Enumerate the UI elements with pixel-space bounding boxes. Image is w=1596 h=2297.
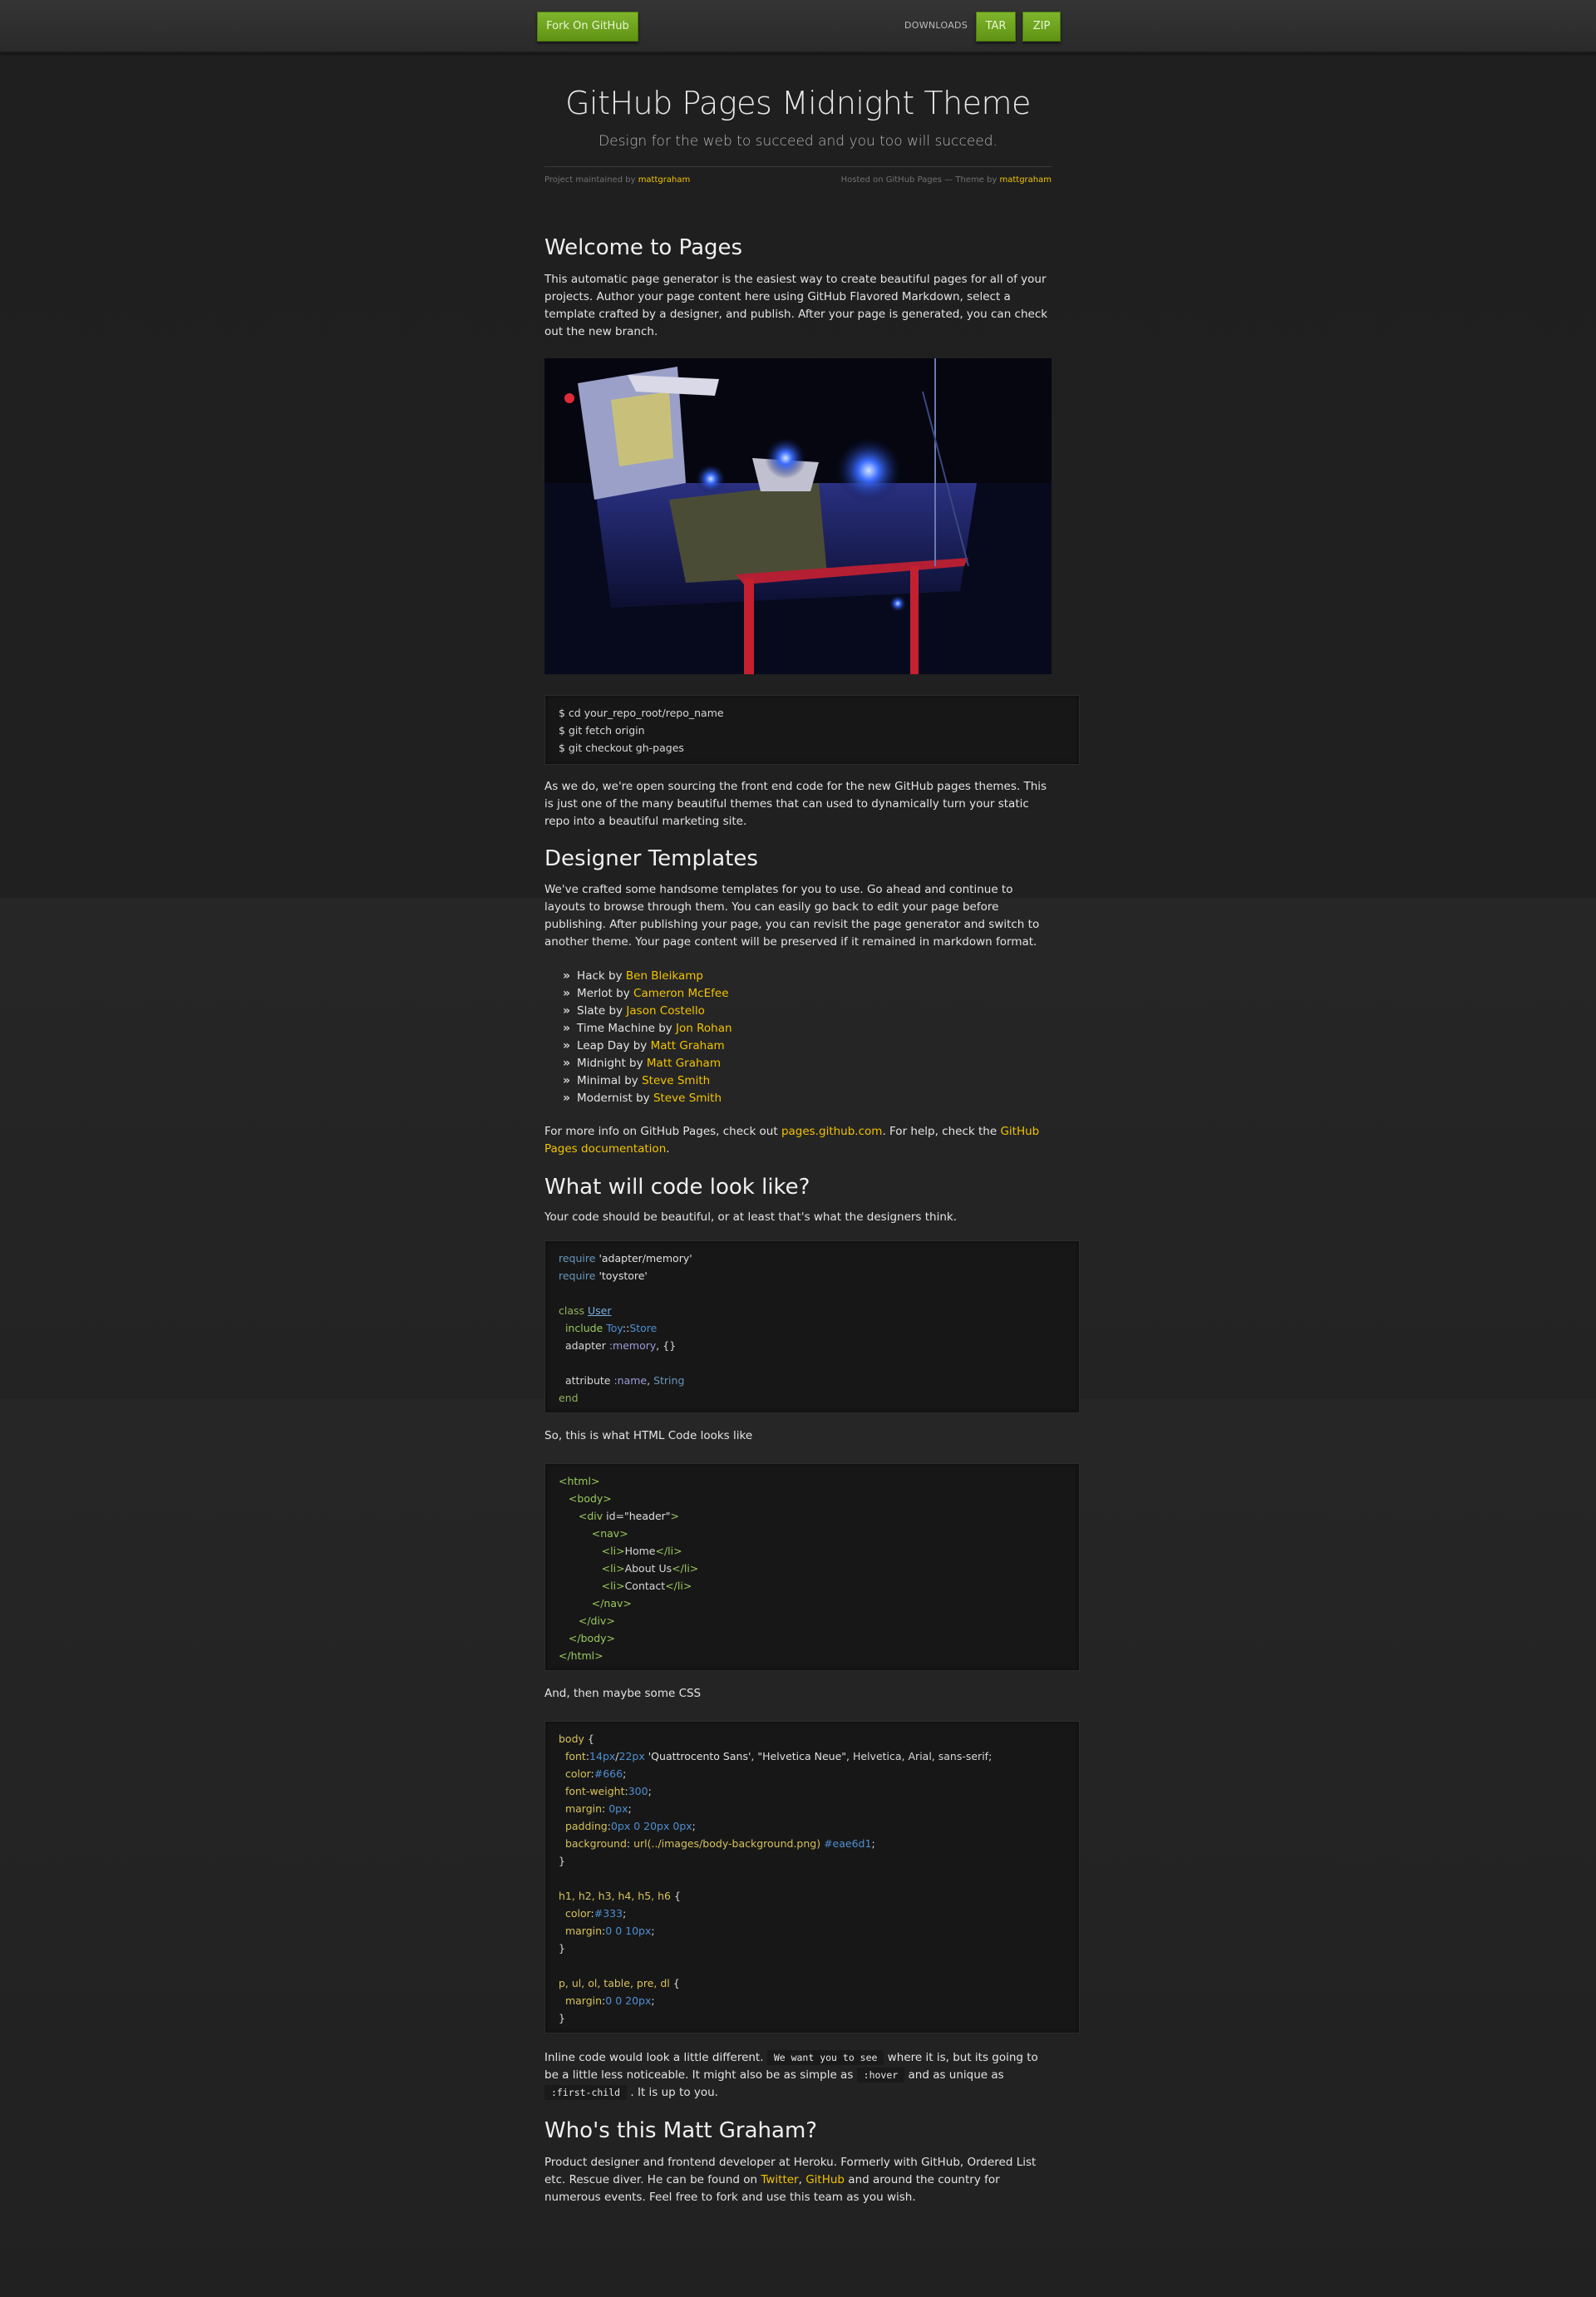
- by-word: by: [636, 1092, 650, 1105]
- designer-heading: Designer Templates: [544, 846, 758, 871]
- by-word: by: [616, 987, 630, 1000]
- git-line-1: $ cd your_repo_root/repo_name: [559, 707, 724, 719]
- twitter-link[interactable]: Twitter: [761, 2173, 798, 2186]
- css-intro-text: And, then maybe some CSS: [544, 1687, 702, 1700]
- about-separator: ,: [798, 2173, 802, 2186]
- css-code-block: body { font:14px/22px 'Quattrocento Sans…: [544, 1721, 1080, 2033]
- theme-author-link[interactable]: Ben Bleikamp: [626, 969, 703, 983]
- theme-name: Slate: [577, 1004, 606, 1018]
- theme-author-link[interactable]: Steve Smith: [642, 1074, 710, 1087]
- theme-author-link[interactable]: mattgraham: [999, 175, 1052, 185]
- by-word: by: [658, 1022, 672, 1035]
- credits-bar: Project maintained by mattgraham Hosted …: [544, 166, 1052, 189]
- download-tar-button[interactable]: TAR: [976, 12, 1016, 42]
- by-word: by: [608, 969, 623, 983]
- by-word: by: [608, 1004, 623, 1018]
- page-subtitle: Design for the web to succeed and you to…: [598, 133, 998, 150]
- list-item: Minimal by Steve Smith: [563, 1072, 1070, 1090]
- github-link[interactable]: GitHub: [805, 2173, 845, 2186]
- inline-code-first-child: :first-child: [544, 2085, 628, 2100]
- theme-name: Leap Day: [577, 1039, 630, 1052]
- html-intro-text: So, this is what HTML Code looks like: [544, 1429, 753, 1442]
- theme-name: Merlot: [577, 987, 613, 1000]
- theme-name: Minimal: [577, 1074, 621, 1087]
- maintained-by: Project maintained by mattgraham: [544, 175, 690, 185]
- list-item: Hack by Ben Bleikamp: [563, 968, 1070, 985]
- more-info-text: For more info on GitHub Pages, check out…: [544, 1123, 1052, 1158]
- hosted-on: Hosted on GitHub Pages — Theme by mattgr…: [841, 175, 1052, 185]
- list-item: Leap Day by Matt Graham: [563, 1038, 1070, 1055]
- hosted-text: Hosted on GitHub Pages — Theme by: [840, 175, 998, 185]
- theme-author-link[interactable]: Jon Rohan: [676, 1022, 732, 1035]
- list-item: Slate by Jason Costello: [563, 1003, 1070, 1020]
- inline-code-text: Inline code would look a little differen…: [544, 2049, 1052, 2102]
- welcome-heading: Welcome to Pages: [544, 235, 743, 260]
- list-item: Modernist by Steve Smith: [563, 1090, 1070, 1107]
- welcome-text: This automatic page generator is the eas…: [544, 273, 1048, 338]
- by-word: by: [629, 1057, 643, 1070]
- list-item: Midnight by Matt Graham: [563, 1055, 1070, 1072]
- theme-list: Hack by Ben Bleikamp Merlot by Cameron M…: [544, 968, 1070, 1107]
- theme-author-link[interactable]: Matt Graham: [651, 1039, 725, 1052]
- git-commands-code: $ cd your_repo_root/repo_name $ git fetc…: [544, 695, 1080, 765]
- inline-code-hover: :hover: [856, 2068, 905, 2083]
- theme-author-link[interactable]: Jason Costello: [626, 1004, 704, 1018]
- git-line-3: $ git checkout gh-pages: [559, 742, 684, 754]
- inline-text-3: and as unique as: [908, 2068, 1004, 2082]
- designer-text: We've crafted some handsome templates fo…: [544, 883, 1040, 949]
- open-source-text: As we do, we're open sourcing the front …: [544, 780, 1047, 828]
- more-info-prefix: For more info on GitHub Pages, check out: [544, 1125, 778, 1138]
- hero-photo: [544, 358, 1052, 674]
- theme-name: Midnight: [577, 1057, 626, 1070]
- about-heading: Who's this Matt Graham?: [544, 2118, 818, 2143]
- list-item: Time Machine by Jon Rohan: [563, 1020, 1070, 1038]
- theme-author-link[interactable]: Steve Smith: [653, 1092, 722, 1105]
- maintained-prefix: Project maintained by: [544, 175, 636, 185]
- main-content: GitHub Pages Midnight Theme Design for t…: [544, 52, 1080, 2204]
- night-boat-image: [544, 358, 1052, 674]
- maintainer-link[interactable]: mattgraham: [638, 175, 691, 185]
- ruby-code-block: require 'adapter/memory' require 'toysto…: [544, 1240, 1080, 1413]
- theme-name: Time Machine: [577, 1022, 655, 1035]
- downloads-label: DOWNLOADS: [904, 20, 968, 31]
- download-zip-button[interactable]: ZIP: [1022, 12, 1061, 42]
- html-code-block: <html> <body> <div id="header"> <nav> <l…: [544, 1463, 1080, 1671]
- about-text: Product designer and frontend developer …: [544, 2154, 1052, 2206]
- inline-code-sample: We want you to see: [766, 2050, 884, 2065]
- theme-author-link[interactable]: Cameron McEfee: [633, 987, 728, 1000]
- more-info-suffix: .: [666, 1142, 670, 1156]
- theme-author-link[interactable]: Matt Graham: [647, 1057, 721, 1070]
- code-intro-text: Your code should be beautiful, or at lea…: [544, 1210, 958, 1224]
- pages-github-link[interactable]: pages.github.com: [781, 1125, 882, 1138]
- theme-name: Hack: [577, 969, 605, 983]
- theme-name: Modernist: [577, 1092, 633, 1105]
- by-word: by: [624, 1074, 638, 1087]
- code-heading: What will code look like?: [544, 1175, 810, 1200]
- top-nav-bar: Fork On GitHub DOWNLOADS TAR ZIP: [0, 0, 1596, 53]
- inline-text-1: Inline code would look a little differen…: [544, 2051, 764, 2064]
- more-info-middle: . For help, check the: [882, 1125, 998, 1138]
- by-word: by: [633, 1039, 648, 1052]
- git-line-2: $ git fetch origin: [559, 724, 645, 737]
- list-item: Merlot by Cameron McEfee: [563, 985, 1070, 1003]
- inline-text-4: . It is up to you.: [630, 2086, 718, 2099]
- page-title: GitHub Pages Midnight Theme: [565, 85, 1031, 121]
- page-header: GitHub Pages Midnight Theme Design for t…: [544, 85, 1052, 189]
- fork-on-github-button[interactable]: Fork On GitHub: [537, 12, 638, 42]
